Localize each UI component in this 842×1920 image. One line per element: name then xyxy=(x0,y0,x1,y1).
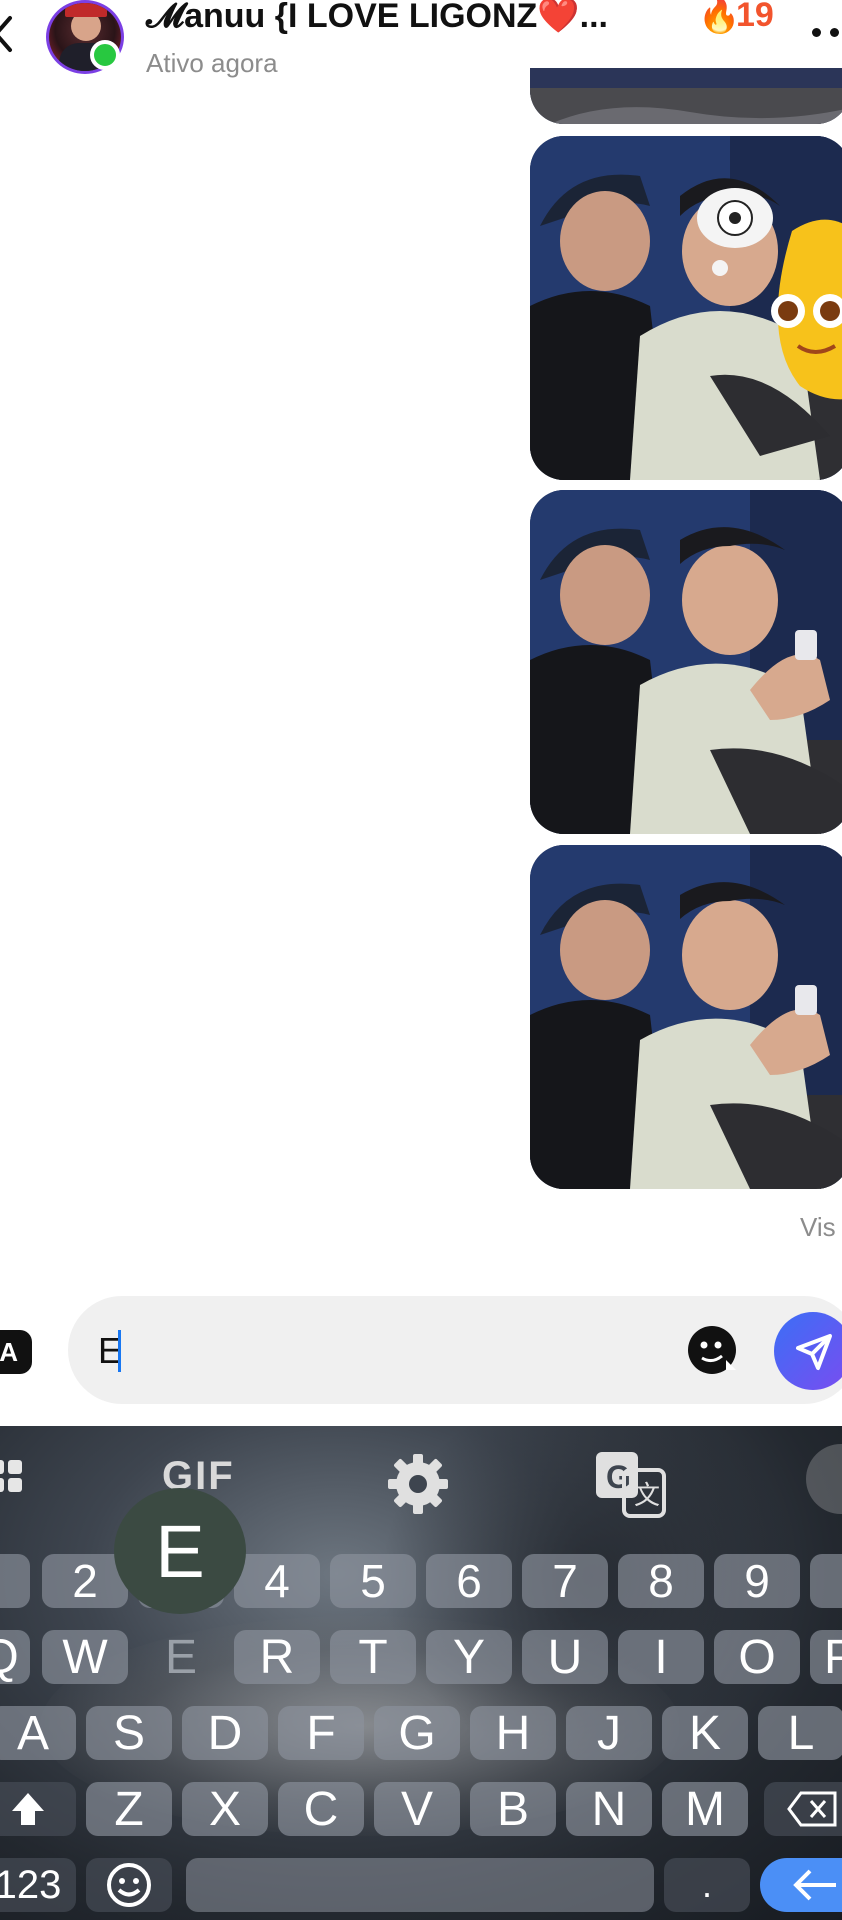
symbols-key[interactable]: 123 xyxy=(0,1858,76,1912)
key-l[interactable]: L xyxy=(758,1706,842,1760)
key-5[interactable]: 5 xyxy=(330,1554,416,1608)
media-message-photo[interactable] xyxy=(530,845,842,1189)
sticker-icon[interactable] xyxy=(686,1324,738,1376)
emoji-key[interactable] xyxy=(86,1858,172,1912)
key-x[interactable]: X xyxy=(182,1782,268,1836)
key-j[interactable]: J xyxy=(566,1706,652,1760)
seen-receipt: Vis xyxy=(800,1212,836,1242)
key-d[interactable]: D xyxy=(182,1706,268,1760)
online-indicator xyxy=(90,40,120,70)
text-caret xyxy=(118,1330,121,1372)
media-message-photo[interactable] xyxy=(530,490,842,834)
key-f[interactable]: F xyxy=(278,1706,364,1760)
key-0[interactable] xyxy=(810,1554,842,1608)
key-i[interactable]: I xyxy=(618,1630,704,1684)
settings-gear-icon[interactable] xyxy=(382,1448,454,1520)
shift-key[interactable] xyxy=(0,1782,76,1836)
key-o[interactable]: O xyxy=(714,1630,800,1684)
translate-icon[interactable]: G 文 xyxy=(594,1448,668,1520)
send-icon xyxy=(796,1334,832,1370)
key-9[interactable]: 9 xyxy=(714,1554,800,1608)
key-z[interactable]: Z xyxy=(86,1782,172,1836)
svg-text:文: 文 xyxy=(634,1481,660,1511)
key-a[interactable]: A xyxy=(0,1706,76,1760)
backspace-icon xyxy=(787,1791,837,1827)
period-key[interactable]: . xyxy=(664,1858,750,1912)
key-p[interactable]: P xyxy=(810,1630,842,1684)
key-u[interactable]: U xyxy=(522,1630,608,1684)
key-8[interactable]: 8 xyxy=(618,1554,704,1608)
enter-key[interactable] xyxy=(760,1858,842,1912)
backspace-key[interactable] xyxy=(764,1782,842,1836)
key-h[interactable]: H xyxy=(470,1706,556,1760)
key-6[interactable]: 6 xyxy=(426,1554,512,1608)
soft-keyboard: GIF G 文 2 4 5 6 7 8 9 Q W E R T Y U I O xyxy=(0,1426,842,1920)
contact-name[interactable]: 𝓜anuu {I LOVE LIGONZ❤️... xyxy=(146,0,608,36)
streak-flame-icon: 🔥 xyxy=(698,0,741,35)
key-c[interactable]: C xyxy=(278,1782,364,1836)
microphone-icon[interactable] xyxy=(806,1444,842,1514)
key-t[interactable]: T xyxy=(330,1630,416,1684)
space-bar[interactable] xyxy=(186,1858,654,1912)
key-1[interactable] xyxy=(0,1554,30,1608)
enter-arrow-icon xyxy=(793,1869,836,1901)
media-message-partial[interactable] xyxy=(530,68,842,124)
key-e[interactable]: E xyxy=(138,1630,224,1684)
key-k[interactable]: K xyxy=(662,1706,748,1760)
more-options-icon[interactable] xyxy=(812,28,842,44)
key-4[interactable]: 4 xyxy=(234,1554,320,1608)
svg-text:G: G xyxy=(606,1459,631,1495)
key-s[interactable]: S xyxy=(86,1706,172,1760)
key-g[interactable]: G xyxy=(374,1706,460,1760)
key-7[interactable]: 7 xyxy=(522,1554,608,1608)
shift-icon xyxy=(12,1793,44,1825)
key-y[interactable]: Y xyxy=(426,1630,512,1684)
key-w[interactable]: W xyxy=(42,1630,128,1684)
camera-ai-button[interactable]: A xyxy=(0,1330,32,1374)
key-q[interactable]: Q xyxy=(0,1630,30,1684)
streak-count: 19 xyxy=(736,0,774,34)
send-button[interactable] xyxy=(774,1312,842,1390)
media-message-photo[interactable] xyxy=(530,136,842,480)
active-status: Ativo agora xyxy=(146,48,278,78)
apps-grid-icon[interactable] xyxy=(0,1460,24,1494)
key-m[interactable]: M xyxy=(662,1782,748,1836)
key-v[interactable]: V xyxy=(374,1782,460,1836)
key-n[interactable]: N xyxy=(566,1782,652,1836)
key-b[interactable]: B xyxy=(470,1782,556,1836)
key-r[interactable]: R xyxy=(234,1630,320,1684)
key-popup-preview: E xyxy=(114,1488,246,1614)
emoji-icon xyxy=(107,1863,151,1907)
back-chevron-icon[interactable] xyxy=(0,14,14,54)
